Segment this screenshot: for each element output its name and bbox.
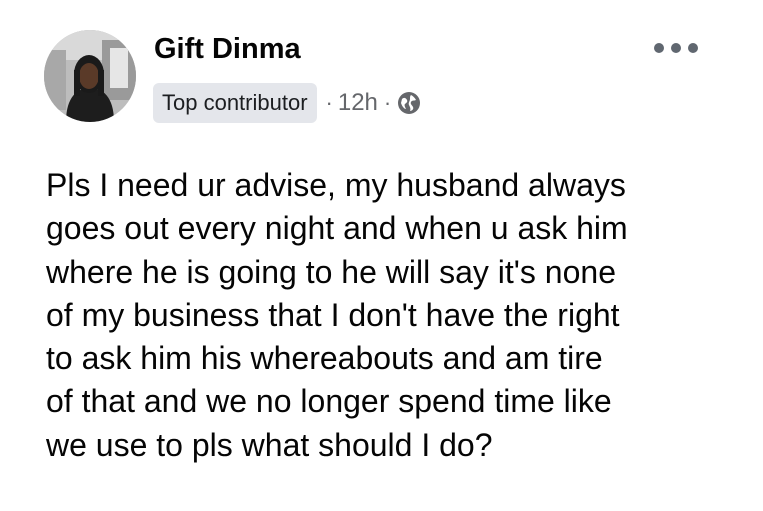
more-options-icon xyxy=(671,43,681,53)
more-options-icon xyxy=(688,43,698,53)
post-timestamp[interactable]: 12h xyxy=(338,89,378,117)
author-avatar[interactable] xyxy=(44,30,136,122)
post-meta: Top contributor · 12h · xyxy=(153,83,421,123)
globe-icon[interactable] xyxy=(397,91,421,115)
post-body-text: Pls I need ur advise, my husband always … xyxy=(46,167,628,463)
top-contributor-badge[interactable]: Top contributor xyxy=(153,83,317,123)
meta-separator: · xyxy=(383,90,392,115)
more-options-button[interactable] xyxy=(654,38,698,58)
more-options-icon xyxy=(654,43,664,53)
author-name[interactable]: Gift Dinma xyxy=(154,29,301,69)
avatar-photo xyxy=(44,30,136,122)
meta-separator: · xyxy=(325,90,333,115)
post-card: Gift Dinma Top contributor · 12h · Pls I… xyxy=(0,0,763,511)
